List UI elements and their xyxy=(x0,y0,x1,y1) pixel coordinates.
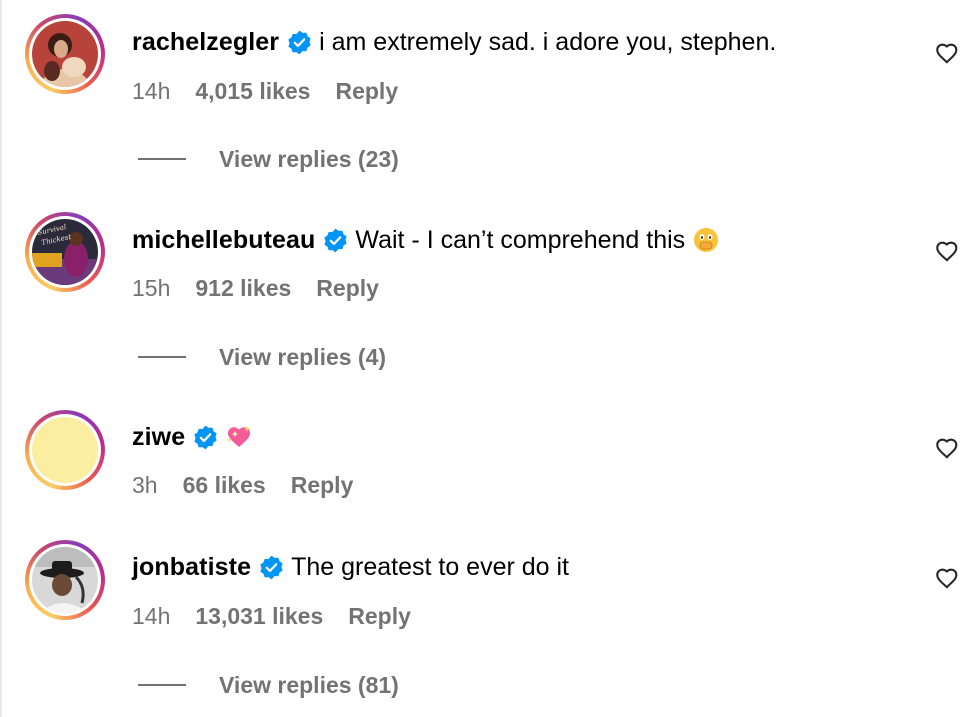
verified-badge-icon xyxy=(287,30,312,55)
comment-timestamp[interactable]: 14h xyxy=(132,78,170,105)
comment-timestamp[interactable]: 3h xyxy=(132,472,158,499)
likes-count[interactable]: 912 likes xyxy=(195,275,291,302)
avatar xyxy=(32,417,98,483)
replies-divider-line xyxy=(138,158,186,160)
reply-button[interactable]: Reply xyxy=(348,603,411,630)
reply-button[interactable]: Reply xyxy=(335,78,398,105)
sparkling-heart-emoji-icon xyxy=(225,424,251,450)
username[interactable]: michellebuteau xyxy=(132,222,315,258)
reply-button[interactable]: Reply xyxy=(291,472,354,499)
comment-timestamp[interactable]: 14h xyxy=(132,603,170,630)
avatar-story-ring[interactable] xyxy=(25,540,105,620)
username[interactable]: ziwe xyxy=(132,419,185,455)
avatar-story-ring[interactable] xyxy=(25,14,105,94)
view-replies-label: View replies (23) xyxy=(219,145,399,172)
avatar xyxy=(32,547,98,613)
comment-text: Wait - I can’t comprehend this xyxy=(355,226,686,254)
comment-text: i am extremely sad. i adore you, stephen… xyxy=(319,28,777,56)
view-replies-label: View replies (4) xyxy=(219,343,387,370)
reply-button[interactable]: Reply xyxy=(316,275,379,302)
username[interactable]: jonbatiste xyxy=(132,549,251,585)
comment-timestamp[interactable]: 15h xyxy=(132,275,170,302)
like-heart-icon[interactable] xyxy=(934,435,960,461)
like-heart-icon[interactable] xyxy=(934,40,960,66)
avatar-story-ring[interactable] xyxy=(25,410,105,490)
verified-badge-icon xyxy=(259,555,284,580)
likes-count[interactable]: 66 likes xyxy=(183,472,266,499)
view-replies-label: View replies (81) xyxy=(219,671,399,698)
verified-badge-icon xyxy=(193,425,218,450)
replies-divider-line xyxy=(138,684,186,686)
comment-text: The greatest to ever do it xyxy=(291,553,570,581)
like-heart-icon[interactable] xyxy=(934,565,960,591)
likes-count[interactable]: 13,031 likes xyxy=(195,603,323,630)
avatar xyxy=(32,21,98,87)
panel-edge xyxy=(0,0,2,717)
verified-badge-icon xyxy=(323,228,348,253)
avatar-story-ring[interactable]: Survival Thickest xyxy=(25,212,105,292)
view-replies-button[interactable]: View replies (4) xyxy=(138,342,386,372)
like-heart-icon[interactable] xyxy=(934,238,960,264)
likes-count[interactable]: 4,015 likes xyxy=(195,78,310,105)
view-replies-button[interactable]: View replies (23) xyxy=(138,144,399,174)
view-replies-button[interactable]: View replies (81) xyxy=(138,670,399,700)
avatar: Survival Thickest xyxy=(32,219,98,285)
username[interactable]: rachelzegler xyxy=(132,24,279,60)
shocked-face-emoji-icon xyxy=(693,227,719,253)
replies-divider-line xyxy=(138,356,186,358)
